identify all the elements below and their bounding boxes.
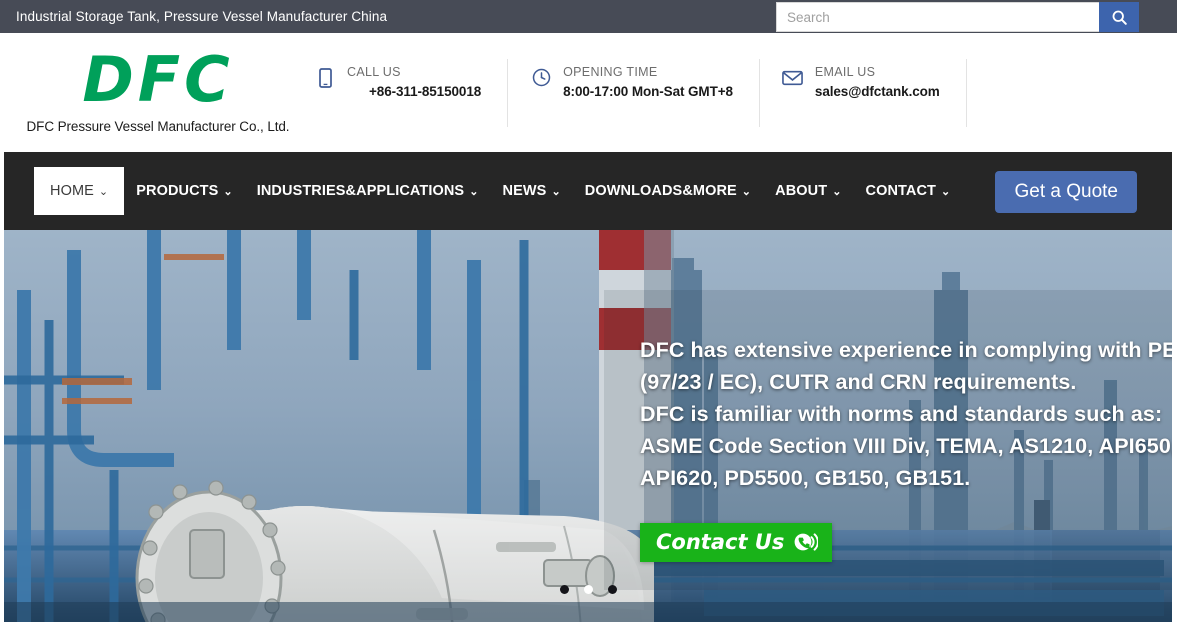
slider-dot-3[interactable] [607,585,617,594]
chevron-down-icon: ⌄ [98,185,109,198]
page-bottom-strip [0,622,1177,636]
get-a-quote-button[interactable]: Get a Quote [995,171,1137,213]
contact-label: EMAIL US [814,64,876,79]
hero-line-1: DFC has extensive experience in complyin… [640,338,1177,362]
clock-icon [530,67,552,89]
phone-call-icon [794,531,819,553]
mobile-phone-icon [314,67,336,89]
hero-line-4: ASME Code Section VIII Div, TEMA, AS1210… [640,434,1177,458]
phone-number[interactable]: +86-311-85150018 [347,84,481,99]
logo-company-name: DFC Pressure Vessel Manufacturer Co., Lt… [26,118,290,134]
chevron-down-icon: ⌄ [551,185,561,198]
top-bar: Industrial Storage Tank, Pressure Vessel… [0,0,1177,33]
nav-label: HOME [50,183,94,199]
main-navigation: HOME ⌄ PRODUCTS ⌄ INDUSTRIES&APPLICATION… [34,167,962,215]
hero-line-2: (97/23 / EC), CUTR and CRN requirements. [640,370,1077,394]
nav-item-about[interactable]: ABOUT ⌄ [763,167,853,215]
nav-label: ABOUT [775,183,828,199]
hero-line-5: API620, PD5500, GB150, GB151. [640,466,971,490]
nav-label: DOWNLOADS&MORE [584,183,737,199]
hero-line-3: DFC is familiar with norms and standards… [640,402,1163,426]
hero-contact-us-button[interactable]: Contact Us [640,523,833,562]
header-contact-info: CALL US +86-311-85150018 OPENING TIME 8:… [292,54,967,132]
nav-item-industries-applications[interactable]: INDUSTRIES&APPLICATIONS ⌄ [245,167,491,215]
nav-item-home[interactable]: HOME ⌄ [34,167,125,215]
logo-wordmark: DFC [82,43,234,117]
nav-item-contact[interactable]: CONTACT ⌄ [854,167,963,215]
chevron-down-icon: ⌄ [941,185,951,198]
contact-label: OPENING TIME [563,64,658,79]
search-box [776,2,1139,32]
contact-block-opening-time: OPENING TIME 8:00-17:00 Mon-Sat GMT+8 [508,58,760,127]
hero-contact-us-label: Contact Us [656,530,785,554]
envelope-icon [782,67,804,89]
site-tagline: Industrial Storage Tank, Pressure Vessel… [16,9,388,24]
chevron-down-icon: ⌄ [469,185,479,198]
chevron-down-icon: ⌄ [832,185,842,198]
hero-slider: DFC has extensive experience in complyin… [0,230,1177,622]
search-button[interactable] [1099,2,1139,32]
nav-label: NEWS [502,183,547,199]
nav-label: INDUSTRIES&APPLICATIONS [256,183,465,199]
main-navigation-bar: HOME ⌄ PRODUCTS ⌄ INDUSTRIES&APPLICATION… [0,152,1177,230]
opening-hours: 8:00-17:00 Mon-Sat GMT+8 [563,83,733,99]
chevron-down-icon: ⌄ [741,185,752,198]
slider-pagination [4,585,1172,594]
nav-item-news[interactable]: NEWS ⌄ [491,167,573,215]
site-header: DFC DFC Pressure Vessel Manufacturer Co.… [0,33,1177,152]
nav-label: PRODUCTS [136,183,219,199]
nav-label: CONTACT [865,183,937,199]
contact-block-call-us: CALL US +86-311-85150018 [292,58,509,127]
chevron-down-icon: ⌄ [223,185,233,198]
slider-dot-2[interactable] [583,585,593,594]
contact-block-email-us: EMAIL US sales@dfctank.com [760,58,967,127]
nav-item-downloads-more[interactable]: DOWNLOADS&MORE ⌄ [573,167,763,215]
logo[interactable]: DFC DFC Pressure Vessel Manufacturer Co.… [24,43,292,134]
nav-item-products[interactable]: PRODUCTS ⌄ [124,167,245,215]
contact-label: CALL US [347,64,401,79]
search-input[interactable] [776,2,1099,32]
slider-dot-1[interactable] [559,585,569,594]
search-icon [1111,9,1128,26]
email-address[interactable]: sales@dfctank.com [815,84,940,99]
hero-headline: DFC has extensive experience in complyin… [640,334,1177,494]
